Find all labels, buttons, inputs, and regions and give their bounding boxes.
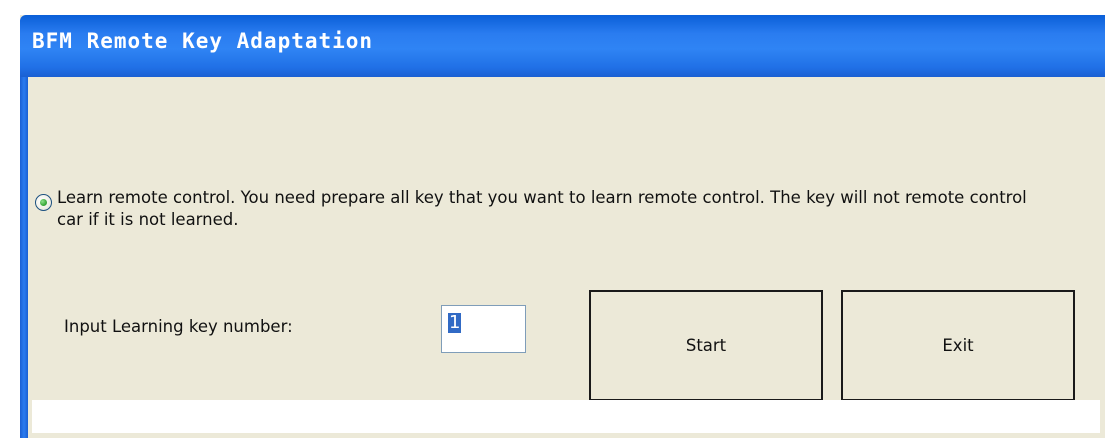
start-button-label: Start (685, 336, 727, 355)
key-number-label: Input Learning key number: (64, 317, 293, 336)
app-window: BFM Remote Key Adaptation Learn remote c… (20, 15, 1105, 438)
exit-button[interactable]: Exit (841, 290, 1075, 401)
exit-button-label: Exit (942, 336, 974, 355)
learn-remote-label[interactable]: Learn remote control. You need prepare a… (57, 187, 1057, 231)
title-bar[interactable]: BFM Remote Key Adaptation (20, 15, 1105, 77)
window-title: BFM Remote Key Adaptation (32, 29, 374, 53)
key-number-value: 1 (448, 312, 462, 333)
start-button[interactable]: Start (589, 290, 823, 401)
window-left-border (20, 77, 28, 438)
radio-selected-dot-icon (40, 199, 47, 206)
status-bar (32, 400, 1100, 433)
learn-remote-radio[interactable] (35, 194, 52, 211)
key-number-input[interactable]: 1 (441, 305, 526, 353)
